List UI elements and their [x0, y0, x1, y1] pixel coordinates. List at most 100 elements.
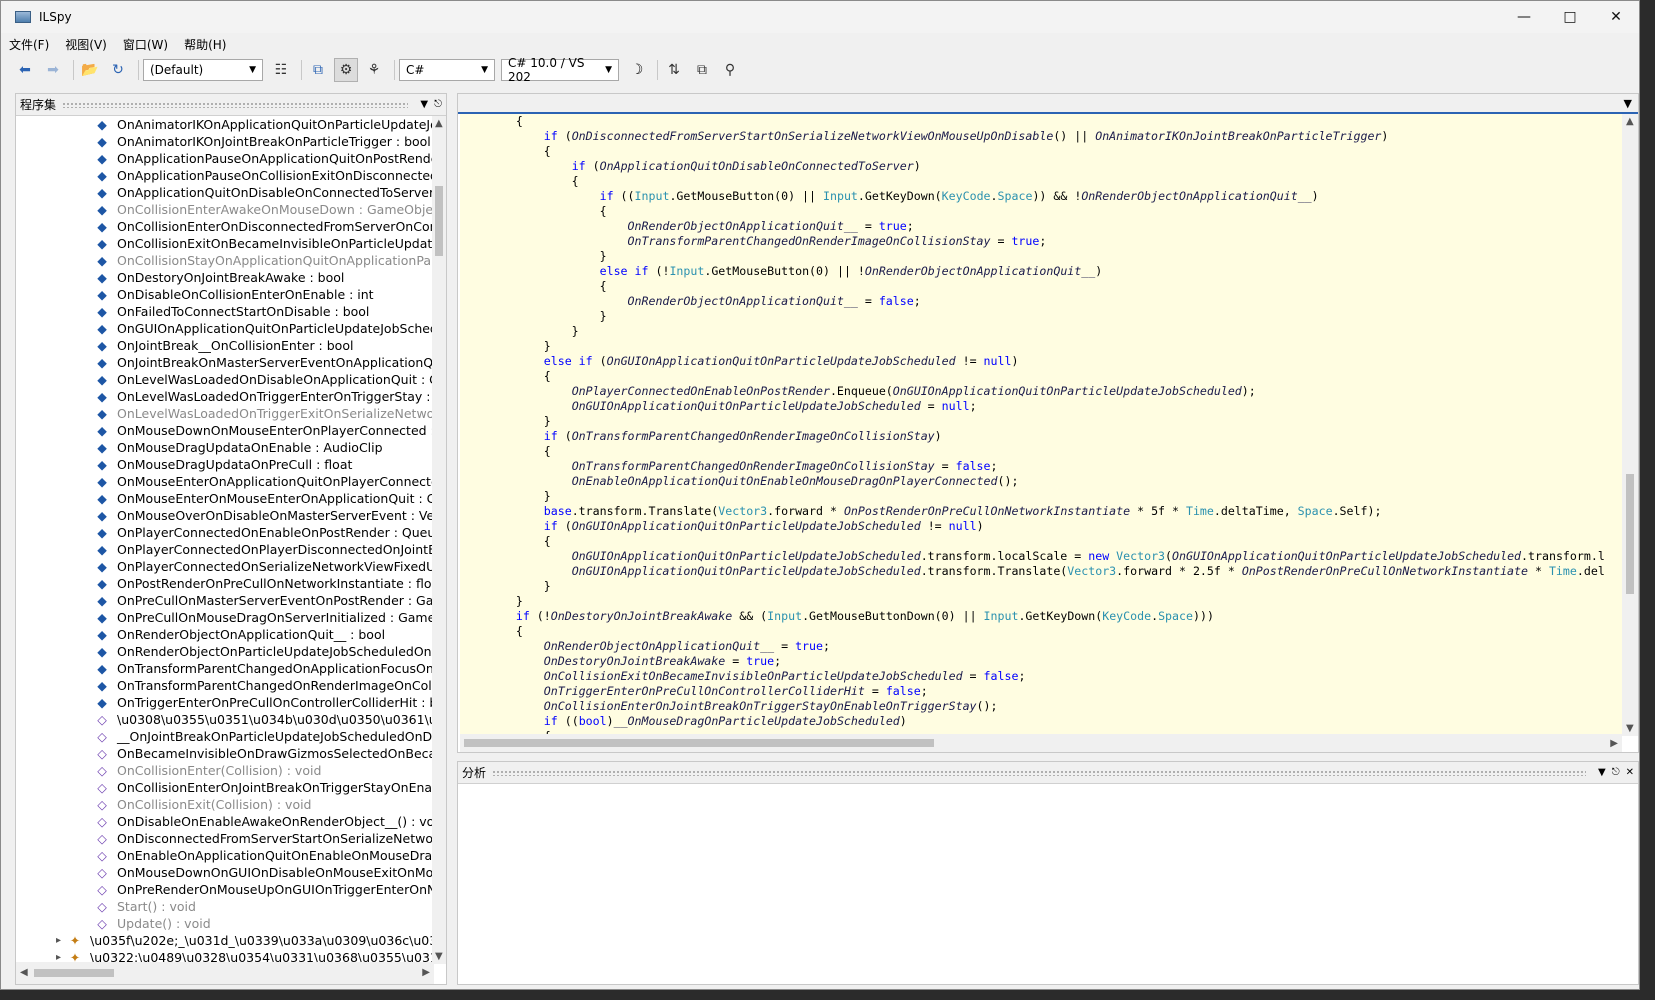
tree-item[interactable]: ◇ OnDisconnectedFromServerStartOnSerializ… [16, 830, 434, 847]
tree-item[interactable]: ◆ OnDestoryOnJointBreakAwake : bool [16, 269, 434, 286]
scroll-thumb[interactable] [435, 186, 443, 256]
menu-view[interactable]: 视图(V) [57, 36, 115, 53]
pane-grip[interactable] [62, 101, 409, 108]
tree-item[interactable]: ◆ OnMouseOverOnDisableOnMasterServerEvent… [16, 507, 434, 524]
tree-item[interactable]: ◆ OnFailedToConnectStartOnDisable : bool [16, 303, 434, 320]
tree-item[interactable]: ◇ OnCollisionEnterOnJointBreakOnTriggerSt… [16, 779, 434, 796]
show-public-icon[interactable]: ⚙ [334, 58, 358, 82]
pane-dropdown-icon[interactable]: ▼ [1598, 767, 1606, 778]
language-version-combo[interactable]: C# 10.0 / VS 202 ▼ [501, 56, 619, 84]
tree-item[interactable]: ◆ OnPreCullOnMasterServerEventOnPostRende… [16, 592, 434, 609]
tree-item[interactable]: ◇ OnPreRenderOnMouseUpOnGUIOnTriggerEnter… [16, 881, 434, 898]
close-button[interactable]: ✕ [1593, 1, 1639, 33]
sort-icon[interactable]: ⇅ [662, 58, 686, 82]
reload-icon[interactable]: ↻ [106, 58, 130, 82]
tree-item[interactable]: ◆ OnCollisionStayOnApplicationQuitOnAppli… [16, 252, 434, 269]
tree-item-label: OnTriggerEnterOnPreCullOnControllerColli… [117, 695, 434, 710]
expand-icon[interactable]: ▸ [56, 935, 61, 946]
tree-namespace-item[interactable]: ▸ ✦ \u035f\u202e;_\u031d_\u0339\u033a\u030… [16, 932, 434, 949]
tree-item[interactable]: ◆ OnPostRenderOnPreCullOnNetworkInstantia… [16, 575, 434, 592]
assembly-list-combo[interactable]: (Default) ▼ [143, 59, 263, 81]
menu-help[interactable]: 帮助(H) [176, 36, 234, 53]
toolbar-separator [657, 60, 658, 80]
scroll-thumb[interactable] [464, 739, 934, 747]
pane-grip[interactable] [492, 769, 1586, 776]
scroll-up-icon[interactable]: ▲ [1626, 116, 1634, 127]
tree-item[interactable]: ◆ OnMouseDragUpdataOnEnable : AudioClip [16, 439, 434, 456]
scroll-up-icon[interactable]: ▲ [435, 118, 443, 129]
tree-item[interactable]: ◆ OnTriggerEnterOnPreCullOnControllerColl… [16, 694, 434, 711]
open-icon[interactable]: 📂 [78, 58, 102, 82]
language-combo[interactable]: C# ▼ [399, 59, 495, 81]
tree-item[interactable]: ◆ OnApplicationPauseOnApplicationQuitOnPo… [16, 150, 434, 167]
tree-item[interactable]: ◆ OnMouseEnterOnMouseEnterOnApplicationQu… [16, 490, 434, 507]
tree-item[interactable]: ◆ OnPlayerConnectedOnPlayerDisconnectedOn… [16, 541, 434, 558]
pin-icon[interactable]: ⎋ [434, 99, 442, 110]
scroll-down-icon[interactable]: ▼ [1626, 723, 1634, 734]
tree-item[interactable]: ◇ \u0308\u0355\u0351\u034b\u030d\u0350\u0… [16, 711, 434, 728]
tree-item[interactable]: ◇ OnBecameInvisibleOnDrawGizmosSelectedOn… [16, 745, 434, 762]
theme-icon[interactable]: ☽ [625, 58, 649, 82]
tree-item[interactable]: ◆ OnPlayerConnectedOnSerializeNetworkView… [16, 558, 434, 575]
scroll-thumb[interactable] [1626, 474, 1634, 594]
tree-item[interactable]: ◇ OnEnableOnApplicationQuitOnEnableOnMous… [16, 847, 434, 864]
search-icon[interactable]: ⚲ [718, 58, 742, 82]
scroll-down-icon[interactable]: ▼ [435, 951, 443, 962]
tree-item[interactable]: ◆ OnCollisionExitOnBecameInvisibleOnParti… [16, 235, 434, 252]
tree-item[interactable]: ◇ OnDisableOnEnableAwakeOnRenderObject__(… [16, 813, 434, 830]
tree-item[interactable]: ◆ OnMouseDownOnMouseEnterOnPlayerConnecte… [16, 422, 434, 439]
scroll-right-icon[interactable]: ▶ [422, 967, 430, 978]
assemblies-pane-header: 程序集 ▼ ⎋ [16, 94, 446, 116]
tree-item[interactable]: ◆ OnMouseDragUpdataOnPreCull : float [16, 456, 434, 473]
tree-item[interactable]: ◆ OnJointBreakOnMasterServerEventOnApplic… [16, 354, 434, 371]
tree-item[interactable]: ◆ OnDisableOnCollisionEnterOnEnable : int [16, 286, 434, 303]
tree-item[interactable]: ◇ Start() : void [16, 898, 434, 915]
tree-item[interactable]: ◆ OnRenderObjectOnParticleUpdateJobSchedu… [16, 643, 434, 660]
back-icon[interactable]: ⬅ [13, 58, 37, 82]
tree-horizontal-scrollbar[interactable]: ◀ ▶ [16, 962, 434, 984]
tree-item[interactable]: ◆ OnAnimatorIKOnApplicationQuitOnParticle… [16, 116, 434, 133]
tree-item[interactable]: ◆ OnApplicationPauseOnCollisionExitOnDisc… [16, 167, 434, 184]
close-icon[interactable]: ✕ [1626, 767, 1634, 778]
pin-icon[interactable]: ⎋ [1612, 767, 1620, 778]
maximize-button[interactable]: □ [1547, 1, 1593, 33]
tree-item[interactable]: ◆ OnLevelWasLoadedOnTriggerExitOnSerializ… [16, 405, 434, 422]
tree-item[interactable]: ◆ OnRenderObjectOnApplicationQuit__ : boo… [16, 626, 434, 643]
tree-item[interactable]: ◆ OnGUIOnApplicationQuitOnParticleUpdateJ… [16, 320, 434, 337]
code-editor[interactable]: { if (OnDisconnectedFromServerStartOnSer… [460, 114, 1622, 736]
tree-item[interactable]: ◇ OnCollisionExit(Collision) : void [16, 796, 434, 813]
tree-item[interactable]: ◆ OnLevelWasLoadedOnTriggerEnterOnTrigger… [16, 388, 434, 405]
show-all-icon[interactable]: ⚘ [362, 58, 386, 82]
tree-item[interactable]: ◆ OnTransformParentChangedOnApplicationFo… [16, 660, 434, 677]
tree-item[interactable]: ◆ OnCollisionEnterOnDisconnectedFromServe… [16, 218, 434, 235]
code-vertical-scrollbar[interactable]: ▲ ▼ [1622, 114, 1638, 736]
minimize-button[interactable]: — [1501, 1, 1547, 33]
tree-item[interactable]: ◇ Update() : void [16, 915, 434, 932]
tree-item[interactable]: ◆ OnMouseEnterOnApplicationQuitOnPlayerCo… [16, 473, 434, 490]
tab-overflow-icon[interactable]: ▼ [1624, 97, 1632, 110]
tree-item[interactable]: ◇ OnCollisionEnter(Collision) : void [16, 762, 434, 779]
tree-item[interactable]: ◆ OnAnimatorIKOnJointBreakOnParticleTrigg… [16, 133, 434, 150]
tree-item[interactable]: ◇ __OnJointBreakOnParticleUpdateJobSchedu… [16, 728, 434, 745]
tree-item[interactable]: ◆ OnPreCullOnMouseDragOnServerInitialized… [16, 609, 434, 626]
show-internal-icon[interactable]: ⧉ [306, 58, 330, 82]
tree-item[interactable]: ◆ OnLevelWasLoadedOnDisableOnApplicationQ… [16, 371, 434, 388]
tree-item[interactable]: ◆ OnPlayerConnectedOnEnableOnPostRender :… [16, 524, 434, 541]
pane-dropdown-icon[interactable]: ▼ [420, 99, 428, 110]
forward-icon[interactable]: ➡ [41, 58, 65, 82]
manage-assemblies-icon[interactable]: ☷ [269, 58, 293, 82]
scroll-right-icon[interactable]: ▶ [1610, 738, 1618, 749]
tree-vertical-scrollbar[interactable]: ▲ ▼ [432, 116, 446, 964]
menu-file[interactable]: 文件(F) [1, 36, 57, 53]
code-horizontal-scrollbar[interactable]: ▶ [460, 734, 1622, 752]
collapse-all-icon[interactable]: ⧉ [690, 58, 714, 82]
menu-window[interactable]: 窗口(W) [115, 36, 176, 53]
tree-item[interactable]: ◆ OnCollisionEnterAwakeOnMouseDown : Game… [16, 201, 434, 218]
tree-item[interactable]: ◆ OnJointBreak__OnCollisionEnter : bool [16, 337, 434, 354]
tree-item[interactable]: ◇ OnMouseDownOnGUIOnDisableOnMouseExitOnM… [16, 864, 434, 881]
tree-item[interactable]: ◆ OnApplicationQuitOnDisableOnConnectedTo… [16, 184, 434, 201]
scroll-left-icon[interactable]: ◀ [20, 967, 28, 978]
field-icon: ◆ [97, 151, 107, 166]
scroll-thumb[interactable] [34, 969, 114, 977]
tree-item[interactable]: ◆ OnTransformParentChangedOnRenderImageOn… [16, 677, 434, 694]
